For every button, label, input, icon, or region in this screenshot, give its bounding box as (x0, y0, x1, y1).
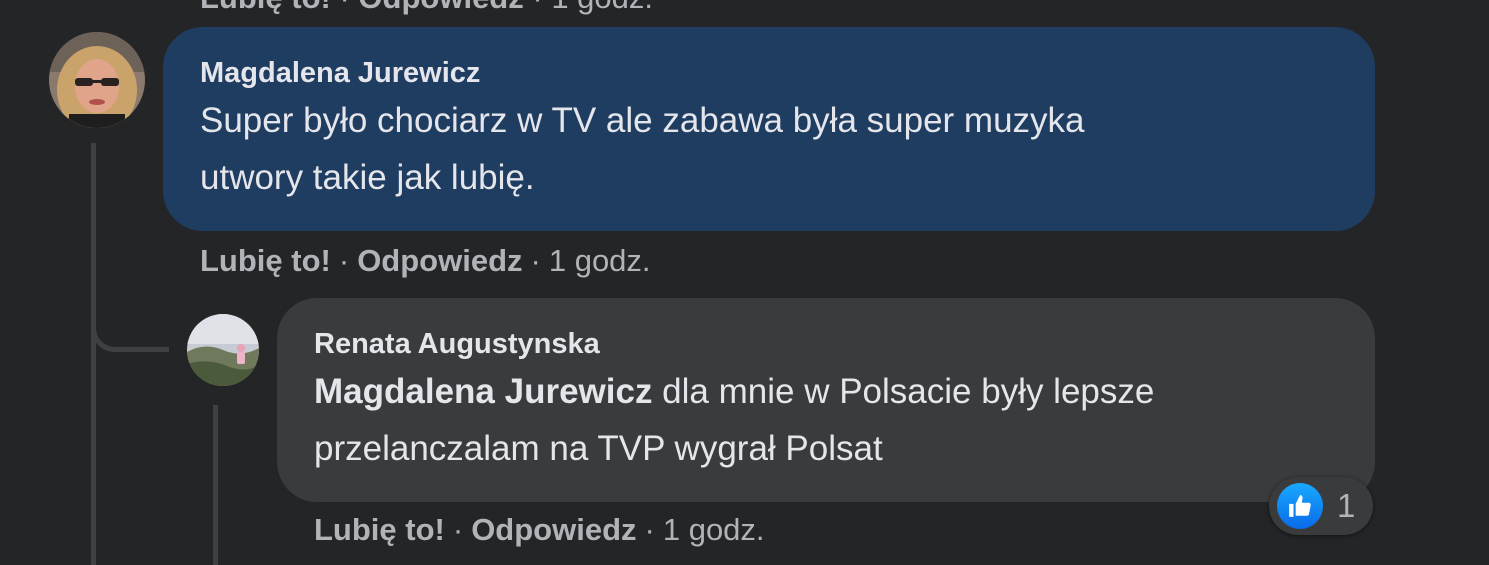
reply-text-rest: dla mnie w Polsacie były lepsze (652, 372, 1155, 411)
separator: · (452, 512, 464, 547)
previous-reply-link[interactable]: Odpowiedz (358, 0, 523, 15)
like-link[interactable]: Lubię to! (200, 243, 331, 278)
comment-author[interactable]: Magdalena Jurewicz (200, 57, 1375, 90)
timestamp[interactable]: 1 godz. (549, 243, 651, 278)
avatar-renata (187, 314, 259, 386)
reply-bubble: Renata Augustynska Magdalena Jurewicz dl… (277, 298, 1375, 502)
comment-bubble: Magdalena Jurewicz Super było chociarz w… (163, 27, 1375, 231)
reply-text: Magdalena Jurewicz dla mnie w Polsacie b… (314, 363, 1375, 477)
reply-actions: Lubię to! · Odpowiedz · 1 godz. (314, 512, 765, 548)
reaction-count: 1 (1337, 487, 1356, 524)
like-link[interactable]: Lubię to! (314, 512, 445, 547)
timestamp[interactable]: 1 godz. (663, 512, 765, 547)
comment-text-line: Super było chociarz w TV ale zabawa była… (200, 101, 1085, 140)
separator: · (644, 512, 655, 547)
previous-like-link[interactable]: Lubię to! (200, 0, 331, 15)
reply-author[interactable]: Renata Augustynska (314, 328, 1375, 361)
thumbs-up-icon (1277, 483, 1323, 529)
comment-actions: Lubię to! · Odpowiedz · 1 godz. (200, 243, 651, 279)
reply-link[interactable]: Odpowiedz (357, 243, 522, 278)
reply-text-line: przelanczalam na TVP wygrał Polsat (314, 429, 883, 468)
mention-link[interactable]: Magdalena Jurewicz (314, 372, 652, 411)
comment-text: Super było chociarz w TV ale zabawa była… (200, 92, 1375, 206)
separator: · (338, 243, 350, 278)
thread-line-main (91, 143, 96, 565)
reply-link[interactable]: Odpowiedz (471, 512, 636, 547)
thread-line-reply (213, 405, 218, 565)
avatar[interactable] (49, 32, 145, 128)
separator: · (530, 243, 541, 278)
thread-line-branch (91, 300, 169, 352)
comment-text-line: utwory takie jak lubię. (200, 158, 535, 197)
previous-timestamp: 1 godz. (551, 0, 653, 15)
previous-comment-actions: Lubię to! · Odpowiedz · 1 godz. (200, 0, 653, 16)
reaction-summary[interactable]: 1 (1269, 477, 1374, 535)
reply-text-line: Magdalena Jurewicz dla mnie w Polsacie b… (314, 363, 1375, 420)
avatar-magdalena (49, 32, 145, 128)
avatar[interactable] (187, 314, 259, 386)
